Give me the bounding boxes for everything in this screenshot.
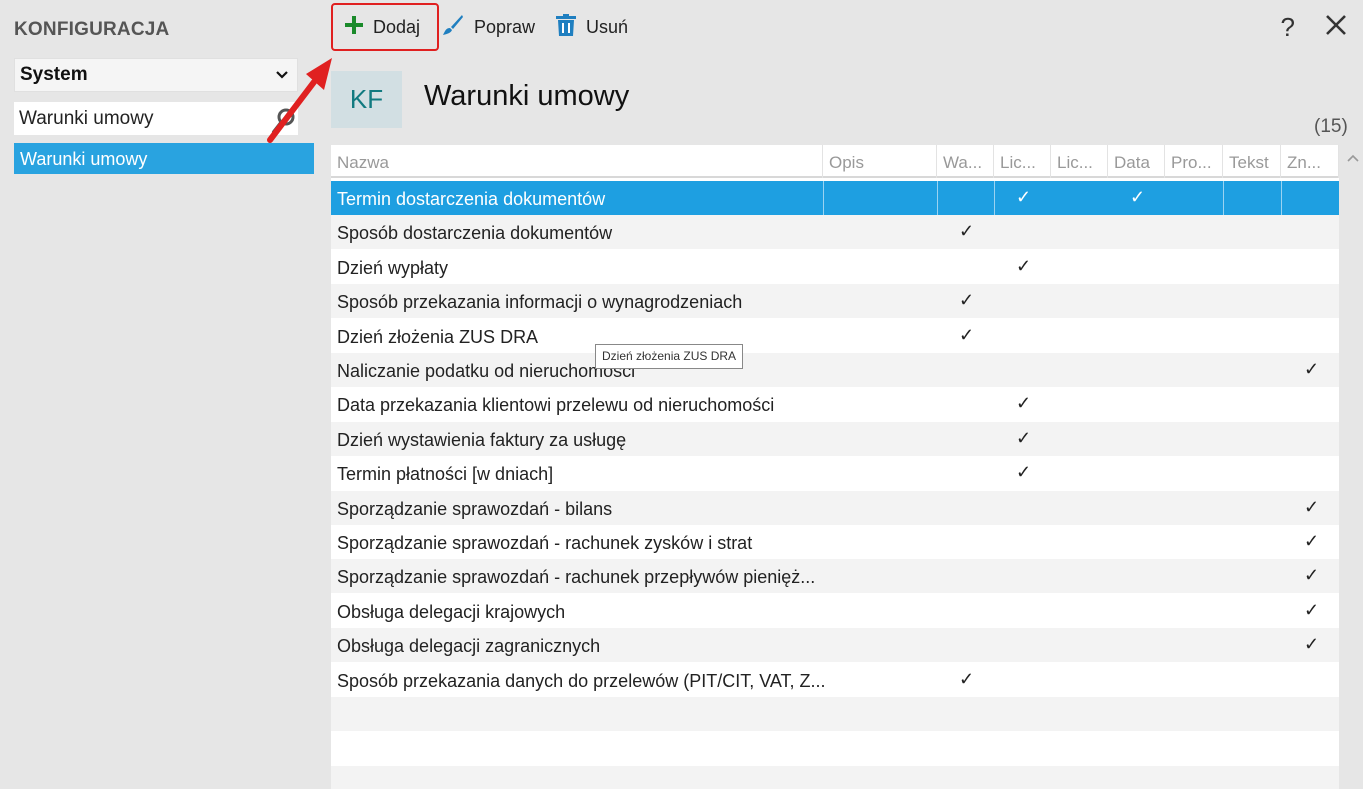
tooltip: Dzień złożenia ZUS DRA <box>595 344 744 369</box>
check-icon: ✓ <box>1304 496 1320 517</box>
column-divider <box>823 181 824 215</box>
check-icon: ✓ <box>959 668 975 689</box>
column-header-opis[interactable]: Opis <box>823 145 937 178</box>
empty-row <box>331 765 1339 789</box>
table-row[interactable]: Data przekazania klientowi przelewu od n… <box>331 387 1339 421</box>
table-row[interactable]: Sposób dostarczenia dokumentów ✓ <box>331 215 1339 250</box>
table-row[interactable]: Sporządzanie sprawozdań - rachunek zyskó… <box>331 525 1339 559</box>
plus-icon <box>345 15 363 39</box>
brush-icon <box>442 14 464 41</box>
column-header-tekst[interactable]: Tekst <box>1223 145 1281 178</box>
cell-name: Dzień złożenia ZUS DRA <box>337 326 539 347</box>
table-row[interactable]: Sporządzanie sprawozdań - rachunek przep… <box>331 559 1339 594</box>
table-row[interactable]: Sposób przekazania informacji o wynagrod… <box>331 284 1339 319</box>
cell-name: Data przekazania klientowi przelewu od n… <box>337 395 775 416</box>
table-row[interactable]: Dzień wystawienia faktury za usługę ✓ <box>331 421 1339 456</box>
search-box <box>14 102 298 135</box>
column-divider <box>1223 181 1224 215</box>
column-header-data[interactable]: Data <box>1108 145 1165 178</box>
column-header-lic1[interactable]: Lic... <box>994 145 1051 178</box>
check-icon: ✓ <box>1304 565 1320 586</box>
cell-name: Termin dostarczenia dokumentów <box>337 189 606 209</box>
edit-button[interactable]: Popraw <box>442 10 535 44</box>
table-row[interactable]: Obsługa delegacji krajowych ✓ <box>331 594 1339 628</box>
check-icon: ✓ <box>1304 634 1320 655</box>
table-row[interactable]: Dzień złożenia ZUS DRA ✓ <box>331 319 1339 353</box>
column-divider <box>994 181 995 215</box>
delete-button-label: Usuń <box>586 16 629 37</box>
trash-icon <box>556 13 576 41</box>
cell-name: Sporządzanie sprawozdań - bilans <box>337 498 613 519</box>
scroll-up-icon[interactable] <box>1347 150 1359 162</box>
table-row[interactable]: Obsługa delegacji zagranicznych ✓ <box>331 628 1339 663</box>
cell-name: Obsługa delegacji zagranicznych <box>337 636 601 657</box>
check-icon: ✓ <box>1016 255 1032 276</box>
check-icon: ✓ <box>1016 462 1032 483</box>
delete-button[interactable]: Usuń <box>556 10 628 44</box>
search-input[interactable] <box>19 107 259 130</box>
cell-name: Sposób dostarczenia dokumentów <box>337 223 613 244</box>
column-header-nazwa[interactable]: Nazwa <box>331 145 823 178</box>
empty-row <box>331 731 1339 765</box>
cell-name: Termin płatności [w dniach] <box>337 464 554 485</box>
page-title: Warunki umowy <box>424 80 630 112</box>
check-icon: ✓ <box>1016 393 1032 414</box>
check-icon: ✓ <box>959 290 975 311</box>
table-row[interactable]: Dzień wypłaty ✓ <box>331 250 1339 284</box>
cell-name: Obsługa delegacji krajowych <box>337 601 566 622</box>
table-row[interactable]: Termin płatności [w dniach] ✓ <box>331 456 1339 490</box>
column-divider <box>1281 181 1282 215</box>
grid-header: Nazwa Opis Wa... Lic... Lic... Data Pro.… <box>331 145 1339 178</box>
check-icon: ✓ <box>1016 187 1032 207</box>
check-icon: ✓ <box>1304 531 1320 551</box>
column-header-pro[interactable]: Pro... <box>1165 145 1223 178</box>
column-divider <box>937 181 938 215</box>
column-header-wa[interactable]: Wa... <box>937 145 994 178</box>
annotation-arrow-icon <box>267 58 332 143</box>
data-grid: Nazwa Opis Wa... Lic... Lic... Data Pro.… <box>331 145 1339 789</box>
add-button-label: Dodaj <box>373 16 421 37</box>
record-count: (15) <box>1314 116 1348 137</box>
column-header-lic2[interactable]: Lic... <box>1051 145 1108 178</box>
cell-name: Sporządzanie sprawozdań - rachunek przep… <box>337 567 816 588</box>
check-icon: ✓ <box>959 221 975 242</box>
cell-name: Dzień wystawienia faktury za usługę <box>337 429 627 450</box>
check-icon: ✓ <box>1130 187 1146 207</box>
help-button[interactable]: ? <box>1281 12 1295 43</box>
edit-button-label: Popraw <box>474 16 536 37</box>
table-row[interactable]: Sposób przekazania danych do przelewów (… <box>331 663 1339 697</box>
cell-name: Naliczanie podatku od nieruchomości <box>337 361 636 381</box>
sidebar-title: KONFIGURACJA <box>14 19 170 40</box>
check-icon: ✓ <box>1016 427 1032 448</box>
empty-row <box>331 697 1339 731</box>
cell-name: Dzień wypłaty <box>337 257 449 278</box>
cell-name: Sposób przekazania danych do przelewów (… <box>337 670 826 691</box>
close-icon[interactable] <box>1325 14 1349 38</box>
check-icon: ✓ <box>1304 599 1320 620</box>
cell-name: Sporządzanie sprawozdań - rachunek zyskó… <box>337 533 753 553</box>
check-icon: ✓ <box>959 324 975 345</box>
add-button[interactable]: Dodaj <box>331 3 439 51</box>
toolbar: Dodaj Popraw Usuń ? <box>318 0 1363 56</box>
cell-name: Sposób przekazania informacji o wynagrod… <box>337 292 743 313</box>
table-row[interactable]: Naliczanie podatku od nieruchomości ✓ <box>331 353 1339 387</box>
module-select-value: System <box>20 64 88 85</box>
module-select[interactable]: System <box>14 58 298 92</box>
table-row[interactable]: Termin dostarczenia dokumentów ✓ ✓ <box>331 181 1339 215</box>
check-icon: ✓ <box>1304 359 1320 379</box>
column-header-zn[interactable]: Zn... <box>1281 145 1339 178</box>
table-row[interactable]: Sporządzanie sprawozdań - bilans ✓ <box>331 490 1339 525</box>
